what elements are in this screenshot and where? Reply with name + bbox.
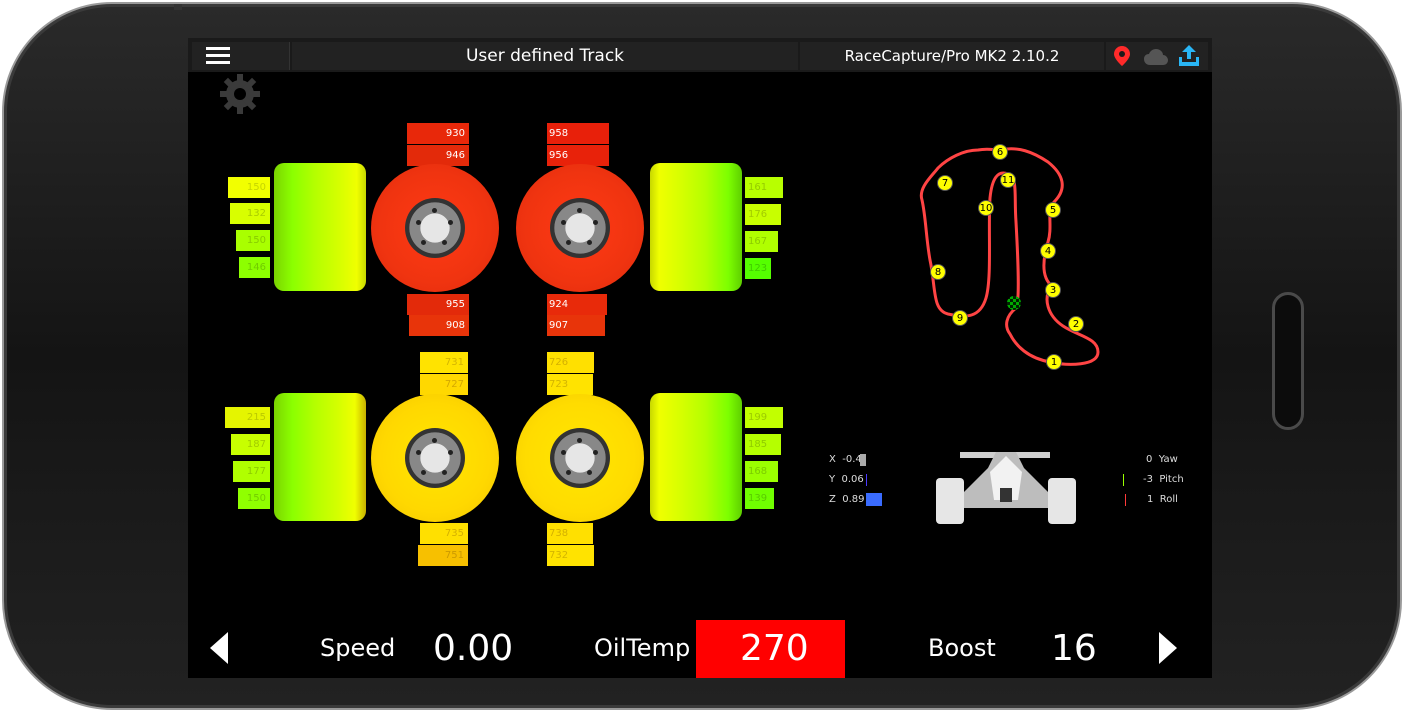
app-screen: User defined Track RaceCapture/Pro MK2 2… (188, 38, 1212, 678)
rl-outer-temp-4: 150 (238, 488, 270, 509)
track-sector-marker-2: 2 (1068, 316, 1084, 332)
fr-brake-temp-bottom-1: 924 (547, 294, 607, 315)
rr-outer-temp-4: 139 (745, 488, 774, 509)
cloud-icon[interactable] (1144, 49, 1168, 65)
imu-pitch-label: -3 Pitch (1143, 474, 1184, 485)
boost-value: 16 (1051, 628, 1097, 669)
speed-value: 0.00 (433, 628, 514, 669)
oiltemp-value: 270 (740, 628, 809, 669)
fl-wheel-hub (405, 198, 465, 258)
fl-outer-temp-2: 132 (230, 203, 270, 224)
imu-yaw-label: 0 Yaw (1146, 454, 1178, 465)
track-sector-marker-10: 10 (978, 200, 994, 216)
rr-outer-temp-2: 185 (745, 434, 781, 455)
track-title: User defined Track (292, 42, 798, 70)
rl-tire-sidewall (274, 393, 366, 521)
rl-brake-temp-bottom-2: 751 (418, 545, 468, 566)
fl-outer-temp-1: 150 (228, 177, 270, 198)
track-car-position-marker (1007, 296, 1021, 310)
oiltemp-label: OilTemp (594, 634, 691, 662)
upload-icon[interactable] (1178, 45, 1200, 67)
rr-brake-temp-bottom-2: 732 (547, 545, 594, 566)
fr-outer-temp-1: 161 (745, 177, 783, 198)
track-map (919, 147, 1100, 366)
rl-outer-temp-2: 187 (231, 434, 270, 455)
prev-screen-arrow-icon[interactable] (210, 632, 228, 664)
menu-button[interactable] (192, 42, 290, 70)
fr-wheel-hub (550, 198, 610, 258)
fl-tire-sidewall (274, 163, 366, 291)
imu-roll-label: 1 Roll (1147, 494, 1178, 505)
rr-wheel-hub (550, 428, 610, 488)
imu-x-label: X -0.4 (829, 454, 862, 465)
imu-y-label: Y 0.06 (829, 474, 864, 485)
track-sector-marker-9: 9 (952, 310, 968, 326)
rr-outer-temp-1: 199 (745, 407, 783, 428)
next-screen-arrow-icon[interactable] (1159, 632, 1177, 664)
track-sector-marker-5: 5 (1045, 202, 1061, 218)
imu-x-bar (860, 454, 866, 466)
fl-brake-temp-top-1: 930 (407, 123, 469, 144)
fr-brake-temp-bottom-2: 907 (547, 315, 605, 336)
race-car-icon (936, 452, 1076, 524)
location-pin-icon[interactable] (1114, 46, 1130, 66)
imu-z-label: Z 0.89 (829, 494, 865, 505)
track-sector-marker-4: 4 (1040, 243, 1056, 259)
track-sector-marker-6: 6 (992, 144, 1008, 160)
rr-brake-temp-bottom-1: 738 (547, 523, 593, 544)
phone-home-button[interactable] (1272, 292, 1304, 430)
track-sector-marker-1: 1 (1046, 354, 1062, 370)
fr-outer-temp-3: 167 (745, 231, 778, 252)
fl-brake-temp-top-2: 946 (407, 145, 469, 166)
fr-tire-sidewall (650, 163, 742, 291)
track-sector-marker-8: 8 (930, 264, 946, 280)
hamburger-menu-icon-line (206, 61, 230, 64)
imu-y-bar (866, 474, 867, 486)
fr-outer-temp-2: 176 (745, 204, 781, 225)
rl-wheel (371, 394, 499, 522)
top-bar: User defined Track RaceCapture/Pro MK2 2… (188, 38, 1212, 72)
hamburger-menu-icon-line (206, 54, 230, 57)
boost-label: Boost (928, 634, 996, 662)
imu-z-bar (866, 493, 882, 506)
fl-outer-temp-4: 146 (239, 257, 270, 278)
rl-brake-temp-bottom-1: 735 (420, 523, 468, 544)
rl-wheel-hub (405, 428, 465, 488)
device-name: RaceCapture/Pro MK2 2.10.2 (800, 42, 1104, 70)
rr-outer-temp-3: 168 (745, 461, 778, 482)
hamburger-menu-icon (206, 47, 230, 50)
rl-outer-temp-1: 215 (225, 407, 270, 428)
fr-brake-temp-top-1: 958 (547, 123, 609, 144)
fr-brake-temp-top-2: 956 (547, 145, 609, 166)
track-sector-marker-7: 7 (937, 175, 953, 191)
gauge-bar: Speed 0.00 OilTemp 270 Boost 16 (188, 600, 1212, 678)
speed-label: Speed (320, 634, 396, 662)
rl-brake-temp-top-2: 727 (420, 374, 468, 395)
imu-roll-bar (1125, 494, 1126, 506)
track-sector-marker-3: 3 (1045, 282, 1061, 298)
fl-outer-temp-3: 150 (236, 230, 270, 251)
fl-brake-temp-bottom-1: 955 (407, 294, 469, 315)
fl-brake-temp-bottom-2: 908 (409, 315, 469, 336)
phone-top-button (174, 4, 182, 10)
rr-brake-temp-top-2: 723 (547, 374, 593, 395)
status-icons (1106, 42, 1208, 70)
fl-wheel (371, 164, 499, 292)
track-sector-marker-11: 11 (1000, 172, 1016, 188)
settings-gear-icon[interactable] (218, 72, 262, 116)
rl-brake-temp-top-1: 731 (420, 352, 468, 373)
rr-wheel (516, 394, 644, 522)
rr-brake-temp-top-1: 726 (547, 352, 594, 373)
imu-pitch-bar (1123, 474, 1124, 486)
rl-outer-temp-3: 177 (233, 461, 270, 482)
fr-outer-temp-4: 123 (745, 258, 771, 279)
fr-wheel (516, 164, 644, 292)
rr-tire-sidewall (650, 393, 742, 521)
